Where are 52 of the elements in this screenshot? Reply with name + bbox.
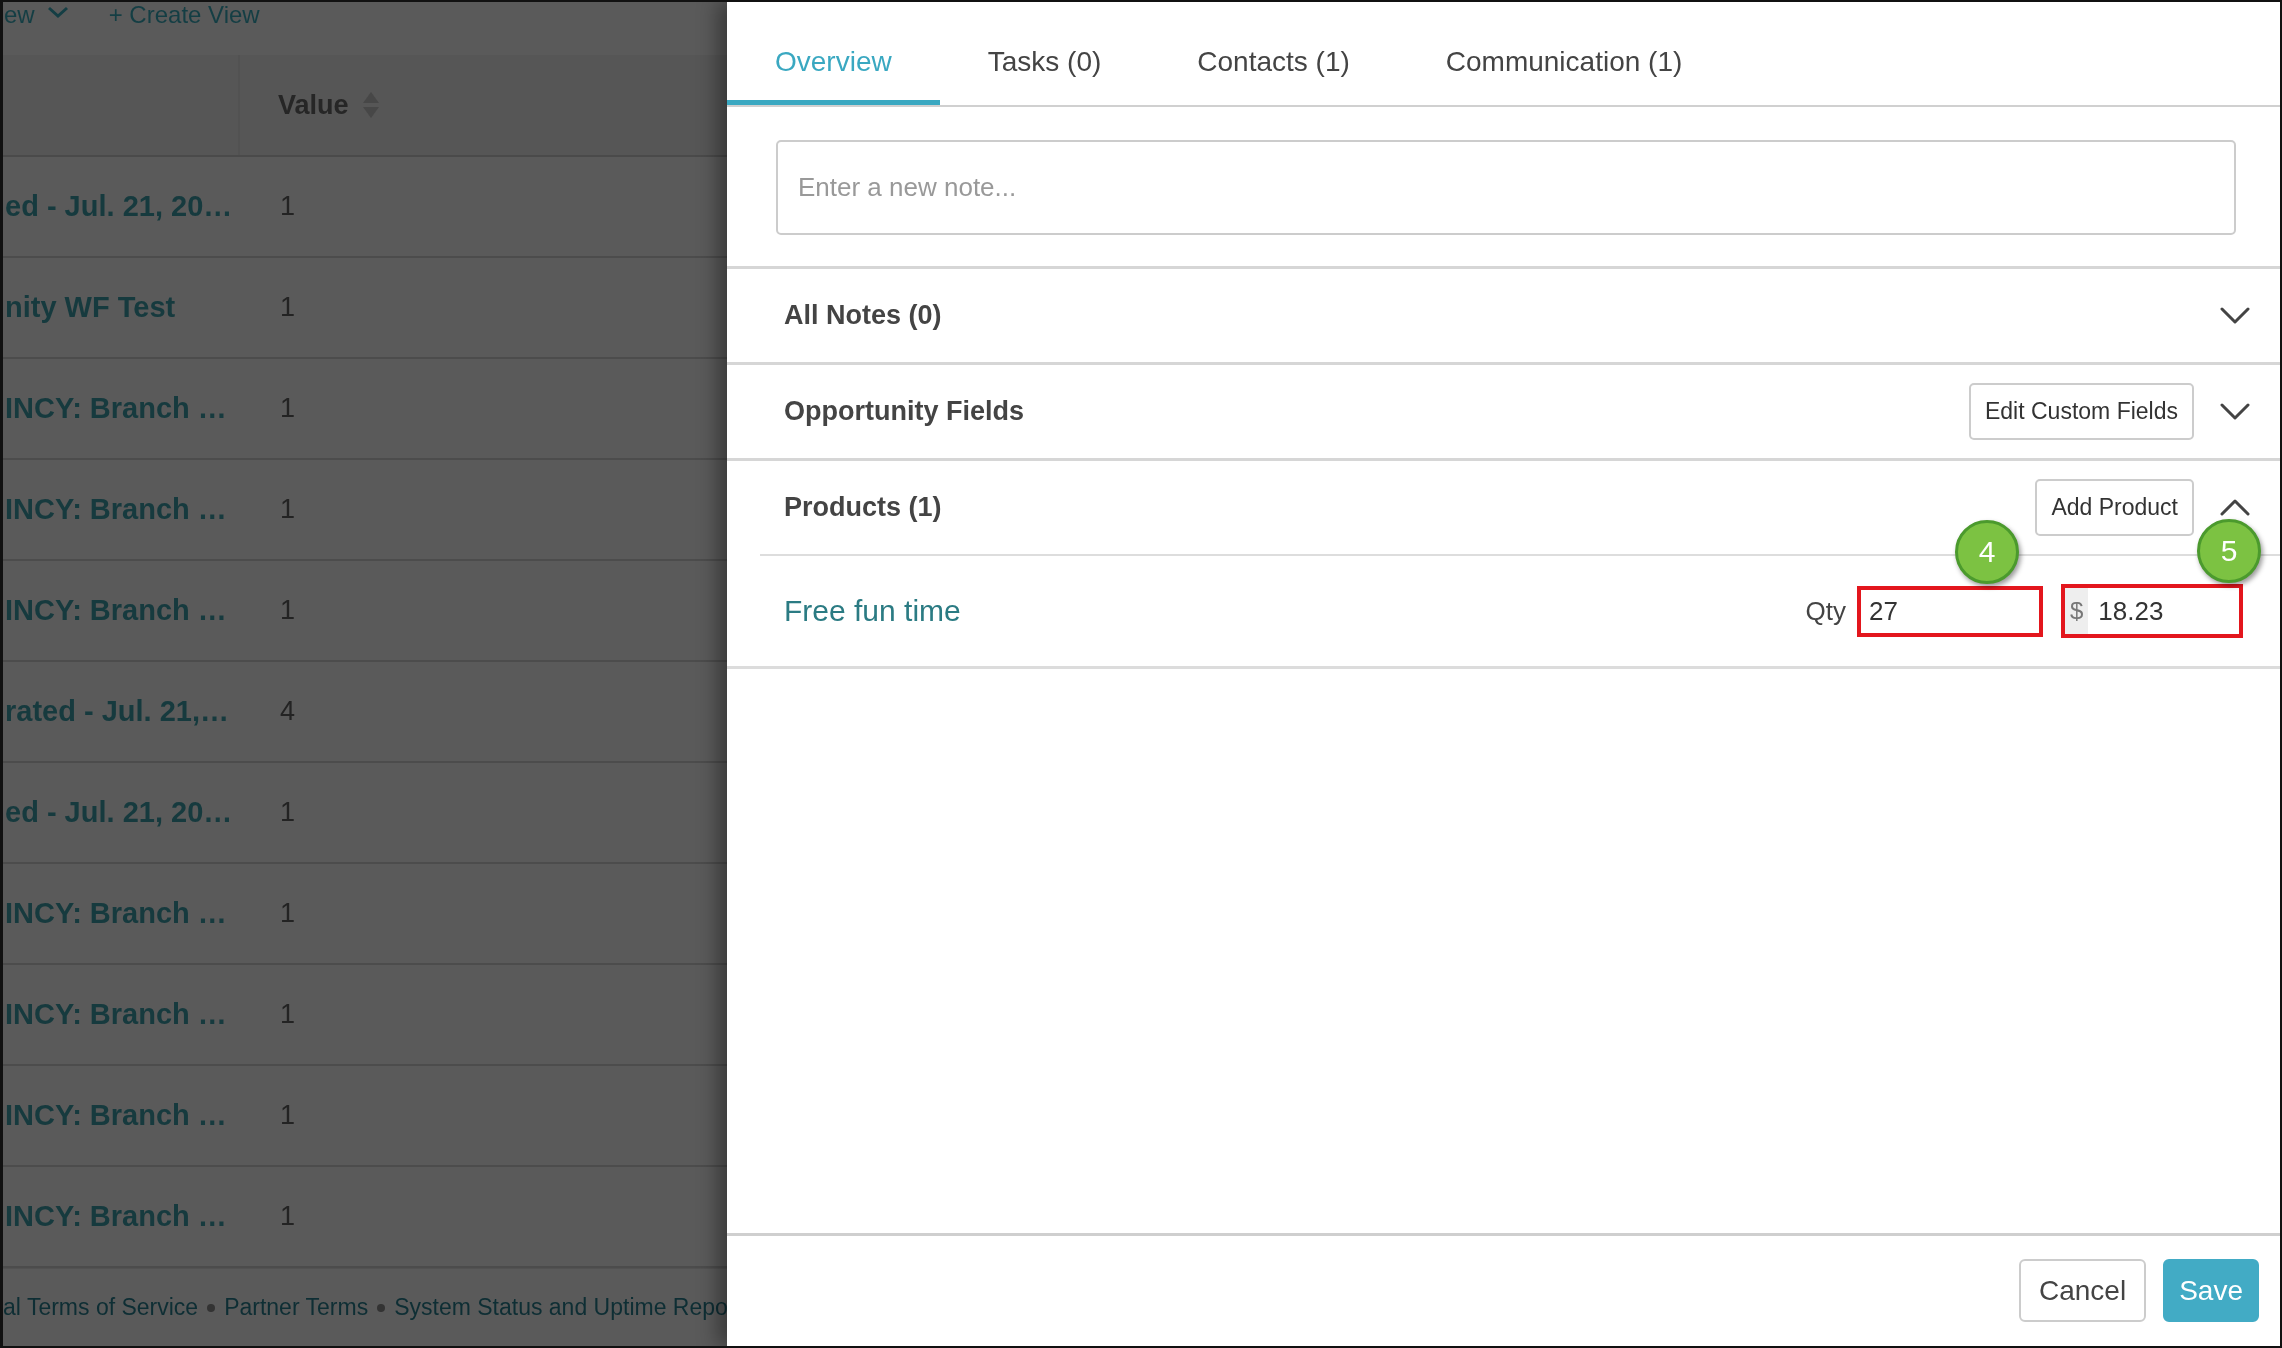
section-title[interactable]: All Notes (0) xyxy=(784,300,942,331)
table-cell: 1 xyxy=(280,191,296,222)
section-title[interactable]: Products (1) xyxy=(784,492,942,523)
table-cell-link[interactable]: INCY: Branch … xyxy=(5,493,227,526)
price-field[interactable]: $ 18.23 xyxy=(2061,584,2243,638)
create-view-link[interactable]: + Create View xyxy=(108,2,260,28)
tab[interactable]: Overview xyxy=(727,2,940,105)
footer-link[interactable]: al Terms of Service xyxy=(3,1294,199,1321)
table-cell-link[interactable]: INCY: Branch … xyxy=(5,392,227,425)
view-dropdown[interactable]: ew xyxy=(4,2,35,28)
table-cell: 4 xyxy=(280,696,296,727)
product-link[interactable]: Free fun time xyxy=(784,594,961,628)
table-cell: 1 xyxy=(280,1100,296,1131)
tab[interactable]: Contacts (1) xyxy=(1149,2,1398,105)
table-cell: 1 xyxy=(280,999,296,1030)
tab[interactable]: Communication (1) xyxy=(1397,2,1731,105)
chevron-down-icon[interactable] xyxy=(2220,307,2250,324)
table-cell-link[interactable]: INCY: Branch … xyxy=(5,1099,227,1132)
section-action-button[interactable]: Edit Custom Fields xyxy=(1969,383,2194,440)
tab[interactable]: Tasks (0) xyxy=(939,2,1150,105)
step-badge: 5 xyxy=(2197,519,2261,583)
table-cell-link[interactable]: INCY: Branch … xyxy=(5,897,227,930)
table-cell: 1 xyxy=(280,595,296,626)
table-cell-link[interactable]: ed - Jul. 21, 20… xyxy=(5,796,233,829)
table-cell: 1 xyxy=(280,292,296,323)
save-button[interactable]: Save xyxy=(2163,1259,2259,1322)
table-cell: 1 xyxy=(280,797,296,828)
quantity-label: Qty xyxy=(1805,595,1846,627)
dot-separator-icon xyxy=(207,1303,216,1312)
table-cell: 1 xyxy=(280,393,296,424)
note-input[interactable]: Enter a new note... xyxy=(776,140,2236,235)
cancel-button[interactable]: Cancel xyxy=(2019,1259,2147,1322)
table-cell-link[interactable]: INCY: Branch … xyxy=(5,1200,227,1233)
table-cell-link[interactable]: INCY: Branch … xyxy=(5,594,227,627)
table-cell-link[interactable]: INCY: Branch … xyxy=(5,998,227,1031)
section-action-button[interactable]: Add Product xyxy=(2035,479,2194,536)
step-badge: 4 xyxy=(1955,519,2019,584)
table-cell: 1 xyxy=(280,494,296,525)
chevron-up-icon[interactable] xyxy=(2220,499,2250,516)
section-title[interactable]: Opportunity Fields xyxy=(784,396,1024,427)
table-cell: 1 xyxy=(280,1201,296,1232)
chevron-down-icon[interactable] xyxy=(2220,403,2250,420)
quantity-field[interactable]: 27 xyxy=(1857,585,2043,637)
currency-prefix: $ xyxy=(2065,588,2089,634)
table-cell: 1 xyxy=(280,898,296,929)
table-cell-link[interactable]: nity WF Test xyxy=(5,291,176,324)
price-input[interactable]: 18.23 xyxy=(2088,588,2239,634)
dot-separator-icon xyxy=(377,1303,386,1312)
table-cell-link[interactable]: rated - Jul. 21,… xyxy=(5,695,229,728)
footer-link[interactable]: Partner Terms xyxy=(224,1294,369,1321)
table-cell-link[interactable]: ed - Jul. 21, 20… xyxy=(5,190,233,223)
footer-link[interactable]: System Status and Uptime Repo xyxy=(394,1294,727,1321)
